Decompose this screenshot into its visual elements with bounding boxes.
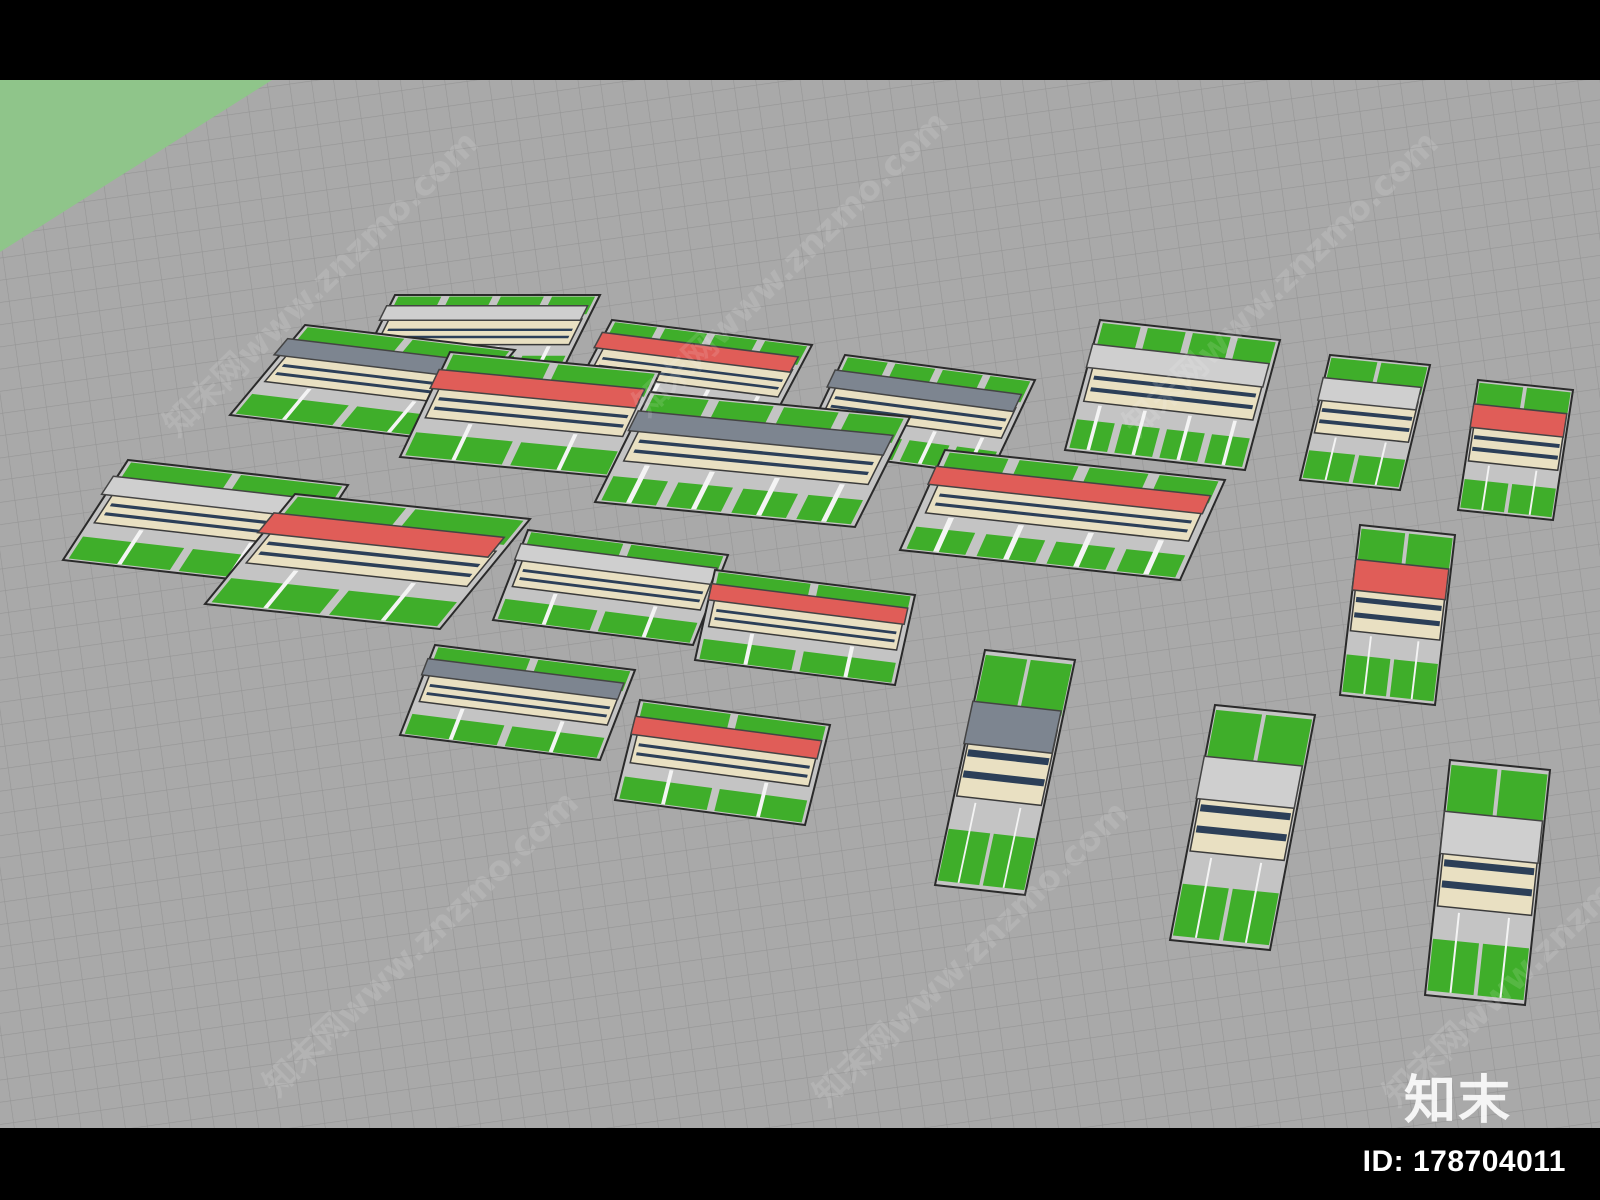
model-id-label: ID: 178704011 [1362,1145,1566,1178]
roof [1439,810,1544,865]
bottom-black-bar [0,1128,1600,1200]
screenshot-frame: 知末网www.znzmo.com 知末网www.znzmo.com 知末网www… [0,0,1600,1200]
residential-block-scene [0,80,1600,1128]
model-viewport[interactable]: 知末网www.znzmo.com 知末网www.znzmo.com 知末网www… [0,80,1600,1128]
roof [378,305,589,321]
roof [1195,755,1304,810]
brand-logo: 知末 [1404,1071,1513,1131]
roof [962,700,1063,755]
window-band [387,328,573,331]
top-black-bar [0,0,1600,80]
